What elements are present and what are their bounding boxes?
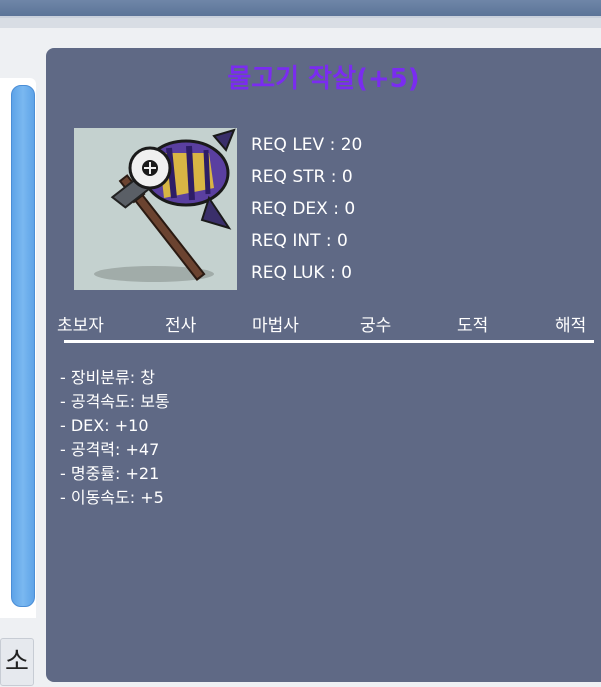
- req-dex: REQ DEX : 0: [251, 199, 356, 219]
- req-str: REQ STR : 0: [251, 167, 353, 187]
- job-archer: 궁수: [360, 316, 392, 336]
- stat-attack: - 공격력: +47: [60, 440, 160, 459]
- job-pirate: 해적: [555, 316, 587, 336]
- fish-harpoon-icon: [74, 128, 237, 290]
- job-beginner: 초보자: [57, 316, 104, 336]
- window-top-bar: [0, 0, 601, 18]
- stat-accuracy: - 명중률: +21: [60, 464, 160, 483]
- corner-button[interactable]: 소: [0, 638, 34, 686]
- stat-dex: - DEX: +10: [60, 416, 149, 435]
- divider: [64, 340, 594, 343]
- req-int: REQ INT : 0: [251, 231, 348, 251]
- job-list: 초보자 전사 마법사 궁수 도적 해적: [46, 311, 601, 336]
- window-top-strip: [0, 18, 601, 28]
- job-thief: 도적: [457, 316, 489, 336]
- stat-attack-speed: - 공격속도: 보통: [60, 392, 170, 411]
- job-warrior: 전사: [165, 316, 197, 336]
- item-stats: - 장비분류: 창 - 공격속도: 보통 - DEX: +10 - 공격력: +…: [60, 366, 170, 510]
- item-name: 물고기 작살(+5): [227, 64, 420, 94]
- job-magician: 마법사: [252, 316, 299, 336]
- scrollbar[interactable]: [11, 85, 35, 607]
- stat-category: - 장비분류: 창: [60, 368, 155, 387]
- req-luk: REQ LUK : 0: [251, 263, 352, 283]
- requirements-list: REQ LEV : 20 REQ STR : 0 REQ DEX : 0 REQ…: [251, 131, 362, 291]
- req-level: REQ LEV : 20: [251, 135, 363, 155]
- stat-speed: - 이동속도: +5: [60, 488, 164, 507]
